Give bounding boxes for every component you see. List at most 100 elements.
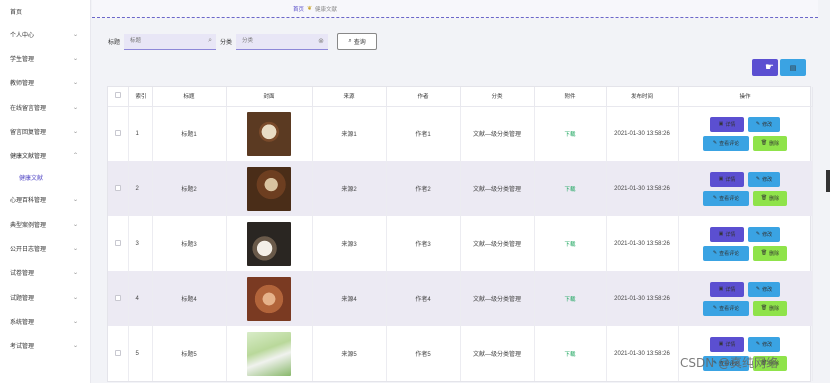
detail-button[interactable]: ▣ 详情: [710, 171, 744, 187]
sidebar-item-exams[interactable]: 考试管理 ⌄: [0, 334, 90, 358]
cell-source: 来源4: [312, 271, 387, 326]
delete-button-label: 删除: [769, 250, 780, 257]
header-actions: 操作: [678, 87, 813, 107]
category-input[interactable]: [236, 33, 329, 50]
header-category: 分类: [460, 87, 535, 107]
sidebar-item-cases[interactable]: 典型案例管理 ⌄: [0, 212, 90, 236]
chevron-down-icon: ⌄: [72, 128, 79, 135]
sidebar-item-system[interactable]: 系统管理 ⌄: [0, 309, 90, 333]
view-comments-button[interactable]: ✎ 查看评论: [703, 190, 749, 206]
download-link[interactable]: 下载: [564, 297, 575, 303]
query-button[interactable]: ⌕ 查询: [337, 33, 378, 50]
breadcrumb-current: 健康文献: [315, 6, 338, 13]
edit-icon: ✎: [712, 140, 718, 147]
delete-button-label: 删除: [769, 140, 780, 147]
view-comments-button[interactable]: ✎ 查看评论: [703, 245, 749, 261]
download-link[interactable]: 下载: [564, 242, 575, 248]
edit-icon: ✎: [755, 231, 761, 237]
edit-button[interactable]: ✎ 修改: [748, 281, 780, 297]
category-field-wrap: ⊗: [236, 33, 329, 50]
view-comments-label: 查看评论: [719, 195, 740, 202]
row-checkbox[interactable]: [108, 216, 129, 271]
detail-icon: ▣: [718, 121, 724, 128]
view-comments-button[interactable]: ✎ 查看评论: [703, 135, 749, 151]
chevron-down-icon: ⌄: [72, 294, 79, 301]
row-checkbox[interactable]: [108, 326, 129, 381]
select-all-checkbox[interactable]: [108, 87, 129, 107]
add-button[interactable]: ☛: [752, 59, 778, 76]
delete-button-label: 删除: [769, 305, 780, 312]
sidebar-item-health-docs[interactable]: 健康文献: [0, 168, 90, 188]
cell-author: 作者1: [386, 106, 461, 161]
detail-icon: ▣: [718, 176, 724, 182]
detail-button[interactable]: ▣ 详情: [710, 226, 744, 242]
cell-index: 3: [128, 216, 153, 271]
delete-button[interactable]: 🗑 删除: [753, 135, 787, 151]
cell-actions: ▣ 详情 ✎ 修改 ✎ 查看评论 🗑 删除: [678, 271, 813, 326]
sidebar-item-messages[interactable]: 在线留言管理 ⌄: [0, 95, 90, 119]
sidebar-item-public-logs[interactable]: 公开日志管理 ⌄: [0, 236, 90, 260]
detail-button[interactable]: ▣ 详情: [710, 281, 744, 297]
edit-icon: ✎: [712, 250, 718, 256]
edit-button-label: 修改: [762, 286, 773, 293]
cell-actions: ▣ 详情 ✎ 修改 ✎ 查看评论 🗑 删除: [678, 106, 813, 161]
header-title: 标题: [152, 87, 227, 107]
chevron-down-icon: ⌄: [72, 270, 79, 277]
sidebar-item-label: 公开日志管理: [10, 247, 47, 254]
view-comments-label: 查看评论: [719, 250, 740, 257]
sidebar: 首页 个人中心 ⌄ 学生管理 ⌄ 教师管理 ⌄ 在线留言管理 ⌄ 留言回复管理 ⌄ 健康文…: [0, 0, 91, 383]
chevron-down-icon: ⌄: [72, 343, 79, 350]
batch-delete-button[interactable]: ▤: [780, 59, 806, 76]
edit-icon: ✎: [755, 121, 761, 128]
row-checkbox[interactable]: [108, 271, 129, 326]
delete-button-label: 删除: [769, 195, 780, 202]
sidebar-item-replies[interactable]: 留言回复管理 ⌄: [0, 119, 90, 143]
sidebar-item-teachers[interactable]: 教师管理 ⌄: [0, 71, 90, 95]
detail-button-label: 详情: [725, 121, 736, 128]
header-attachment: 附件: [534, 87, 607, 107]
cover-image: [247, 331, 291, 376]
clear-icon: ⊗: [318, 37, 325, 45]
sidebar-item-students[interactable]: 学生管理 ⌄: [0, 46, 90, 70]
scrollbar-handle[interactable]: [826, 170, 830, 192]
detail-button[interactable]: ▣ 详情: [710, 336, 744, 352]
cell-category: 文献—级分类管理: [460, 161, 535, 216]
sidebar-item-personal-center[interactable]: 个人中心 ⌄: [0, 22, 90, 46]
edit-icon: ✎: [755, 176, 761, 182]
view-comments-button[interactable]: ✎ 查看评论: [703, 300, 749, 316]
delete-button[interactable]: 🗑 删除: [753, 245, 787, 261]
main-content: 首页 ❦ 健康文献 标题 ⌕ 分类 ⊗ ⌕ 查询 ☛ ▤: [92, 0, 818, 383]
row-checkbox[interactable]: [108, 161, 129, 216]
row-checkbox[interactable]: [108, 106, 129, 161]
category-label: 分类: [220, 40, 233, 46]
sidebar-item-papers[interactable]: 试卷管理 ⌄: [0, 261, 90, 285]
cell-cover: [226, 161, 313, 216]
pointer-cursor-icon: ☛: [765, 62, 774, 73]
sidebar-item-home[interactable]: 首页: [0, 0, 90, 22]
sidebar-item-questions[interactable]: 试题管理 ⌄: [0, 285, 90, 309]
edit-button[interactable]: ✎ 修改: [748, 226, 780, 242]
edit-button-label: 修改: [762, 341, 773, 348]
sidebar-item-label: 试题管理: [10, 295, 35, 302]
download-link[interactable]: 下载: [564, 352, 575, 358]
cover-image: [247, 276, 291, 321]
chevron-down-icon: ⌄: [72, 55, 79, 62]
sidebar-item-health-docs-mgmt[interactable]: 健康文献管理 ⌃: [0, 143, 90, 167]
sidebar-item-psychology[interactable]: 心理百科管理 ⌄: [0, 188, 90, 212]
download-link[interactable]: 下载: [564, 132, 575, 138]
breadcrumb-home[interactable]: 首页: [293, 5, 304, 13]
edit-button[interactable]: ✎ 修改: [748, 116, 780, 132]
edit-button[interactable]: ✎ 修改: [748, 336, 780, 352]
title-input[interactable]: [124, 33, 217, 50]
cell-source: 来源3: [312, 216, 387, 271]
delete-button[interactable]: 🗑 删除: [753, 190, 787, 206]
edit-button[interactable]: ✎ 修改: [748, 171, 780, 187]
detail-button[interactable]: ▣ 详情: [710, 116, 744, 132]
chevron-down-icon: ⌄: [72, 104, 79, 111]
trash-icon: 🗑: [760, 140, 768, 147]
cell-actions: ▣ 详情 ✎ 修改 ✎ 查看评论 🗑 删除: [678, 216, 813, 271]
download-link[interactable]: 下载: [564, 187, 575, 193]
sidebar-item-label: 典型案例管理: [10, 222, 47, 229]
edit-icon: ✎: [712, 305, 718, 311]
delete-button[interactable]: 🗑 删除: [753, 300, 787, 316]
